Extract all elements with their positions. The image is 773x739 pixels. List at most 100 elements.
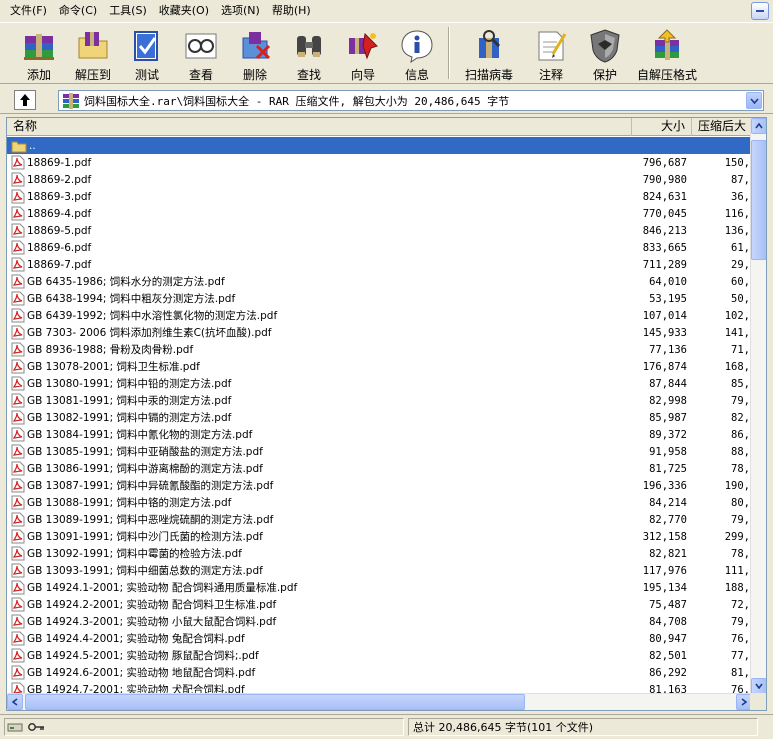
- toolbar-button-info[interactable]: 信息: [390, 23, 444, 83]
- parent-folder-row[interactable]: ..: [7, 137, 752, 154]
- toolbar-button-delete[interactable]: 删除: [228, 23, 282, 83]
- file-packed-size: 299,: [724, 530, 750, 543]
- file-name-cell: GB 13080-1991; 饲料中铅的测定方法.pdf: [7, 376, 632, 391]
- scroll-left-button[interactable]: [7, 694, 23, 710]
- file-row[interactable]: GB 6438-1994; 饲料中粗灰分测定方法.pdf 53,195 50,: [7, 290, 752, 307]
- file-row[interactable]: GB 13078-2001; 饲料卫生标准.pdf 176,874 168,: [7, 358, 752, 375]
- file-row[interactable]: GB 14924.3-2001; 实验动物 小鼠大鼠配合饲料.pdf 84,708…: [7, 613, 752, 630]
- pdf-file-icon: [11, 631, 25, 646]
- file-size: 80,947: [649, 632, 687, 645]
- file-name-cell: GB 13087-1991; 饲料中异硫氰酸酯的测定方法.pdf: [7, 478, 632, 493]
- file-row[interactable]: 18869-7.pdf 711,289 29,: [7, 256, 752, 273]
- file-name-cell: GB 14924.5-2001; 实验动物 豚鼠配合饲料;.pdf: [7, 648, 632, 663]
- file-name: GB 8936-1988; 骨粉及肉骨粉.pdf: [27, 344, 194, 356]
- file-row[interactable]: 18869-3.pdf 824,631 36,: [7, 188, 752, 205]
- file-row[interactable]: 18869-2.pdf 790,980 87,: [7, 171, 752, 188]
- toolbar-button-extract-folder[interactable]: 解压到: [66, 23, 120, 83]
- file-row[interactable]: GB 14924.6-2001; 实验动物 地鼠配合饲料.pdf 86,292 81…: [7, 664, 752, 681]
- address-field[interactable]: 饲料国标大全.rar\饲料国标大全 - RAR 压缩文件, 解包大小为 20,4…: [58, 90, 764, 111]
- file-row[interactable]: GB 6439-1992; 饲料中水溶性氯化物的测定方法.pdf 107,014 1…: [7, 307, 752, 324]
- file-row[interactable]: GB 13088-1991; 饲料中铬的测定方法.pdf 84,214 80,: [7, 494, 752, 511]
- wizard-icon: [344, 27, 382, 64]
- toolbar-button-protect-shield[interactable]: 保护: [578, 23, 632, 83]
- file-packed-size: 78,: [731, 547, 750, 560]
- file-row[interactable]: GB 13089-1991; 饲料中恶唑烷硫酮的测定方法.pdf 82,770 79…: [7, 511, 752, 528]
- column-header-packed[interactable]: 压缩后大: [692, 118, 752, 136]
- toolbar-button-find-binoculars[interactable]: 查找: [282, 23, 336, 83]
- horizontal-scroll-thumb[interactable]: [25, 694, 525, 710]
- up-folder-button[interactable]: [14, 90, 36, 110]
- comment-icon: [532, 27, 570, 64]
- pdf-file-icon: [11, 665, 25, 680]
- view-glasses-icon: [182, 27, 220, 64]
- file-name: 18869-2.pdf: [27, 173, 92, 186]
- toolbar-button-add-books[interactable]: 添加: [12, 23, 66, 83]
- toolbar-button-wizard[interactable]: 向导: [336, 23, 390, 83]
- toolbar-button-comment[interactable]: 注释: [524, 23, 578, 83]
- menu-item-0[interactable]: 文件(F): [4, 1, 53, 21]
- pdf-file-icon: [11, 291, 25, 306]
- menu-item-3[interactable]: 收藏夹(O): [153, 1, 215, 21]
- file-name-cell: 18869-4.pdf: [7, 206, 632, 221]
- toolbar-button-view-glasses[interactable]: 查看: [174, 23, 228, 83]
- file-packed-size: 81,: [731, 666, 750, 679]
- file-row[interactable]: GB 13081-1991; 饲料中汞的测定方法.pdf 82,998 79,: [7, 392, 752, 409]
- file-name: 18869-3.pdf: [27, 190, 92, 203]
- pdf-file-icon: [11, 597, 25, 612]
- file-row[interactable]: 18869-1.pdf 796,687 150,: [7, 154, 752, 171]
- toolbar-button-test-check[interactable]: 测试: [120, 23, 174, 83]
- file-size: 145,933: [642, 326, 687, 339]
- scroll-up-button[interactable]: [751, 118, 766, 134]
- file-row[interactable]: GB 14924.2-2001; 实验动物 配合饲料卫生标准.pdf 75,487…: [7, 596, 752, 613]
- file-row[interactable]: GB 14924.5-2001; 实验动物 豚鼠配合饲料;.pdf 82,501 7…: [7, 647, 752, 664]
- column-header-size[interactable]: 大小: [632, 118, 692, 136]
- menu-item-4[interactable]: 选项(N): [215, 1, 266, 21]
- file-packed-size: 168,: [724, 360, 750, 373]
- file-name: GB 13084-1991; 饲料中氰化物的测定方法.pdf: [27, 429, 253, 441]
- file-size: 824,631: [642, 190, 687, 203]
- horizontal-scrollbar[interactable]: [7, 693, 752, 710]
- file-row[interactable]: GB 13086-1991; 饲料中游离棉酚的测定方法.pdf 81,725 78,: [7, 460, 752, 477]
- file-row[interactable]: GB 13087-1991; 饲料中异硫氰酸酯的测定方法.pdf 196,336 1…: [7, 477, 752, 494]
- toolbar-label: 查找: [296, 68, 321, 82]
- toolbar-label: 注释: [538, 68, 563, 82]
- column-header-name[interactable]: 名称: [7, 118, 632, 136]
- address-dropdown-button[interactable]: [746, 92, 762, 109]
- file-row[interactable]: GB 13084-1991; 饲料中氰化物的测定方法.pdf 89,372 86,: [7, 426, 752, 443]
- menu-item-2[interactable]: 工具(S): [103, 1, 153, 21]
- file-row[interactable]: GB 13080-1991; 饲料中铅的测定方法.pdf 87,844 85,: [7, 375, 752, 392]
- file-row[interactable]: GB 13093-1991; 饲料中细菌总数的测定方法.pdf 117,976 11…: [7, 562, 752, 579]
- menu-item-5[interactable]: 帮助(H): [266, 1, 317, 21]
- file-row[interactable]: GB 14924.4-2001; 实验动物 兔配合饲料.pdf 80,947 76,: [7, 630, 752, 647]
- file-row[interactable]: GB 13092-1991; 饲料中霉菌的检验方法.pdf 82,821 78,: [7, 545, 752, 562]
- toolbar-label: 查看: [188, 68, 213, 82]
- file-name: GB 13086-1991; 饲料中游离棉酚的测定方法.pdf: [27, 463, 263, 475]
- file-size: 846,213: [642, 224, 687, 237]
- file-row[interactable]: 18869-5.pdf 846,213 136,: [7, 222, 752, 239]
- vertical-scrollbar[interactable]: [750, 118, 766, 694]
- file-size: 833,665: [642, 241, 687, 254]
- file-row[interactable]: 18869-4.pdf 770,045 116,: [7, 205, 752, 222]
- file-row[interactable]: GB 6435-1986; 饲料水分的测定方法.pdf 64,010 60,: [7, 273, 752, 290]
- menu-item-1[interactable]: 命令(C): [53, 1, 103, 21]
- file-name: GB 13093-1991; 饲料中细菌总数的测定方法.pdf: [27, 565, 263, 577]
- status-total: 总计 20,486,645 字节(101 个文件): [408, 718, 758, 736]
- file-row[interactable]: 18869-6.pdf 833,665 61,: [7, 239, 752, 256]
- file-row[interactable]: GB 13085-1991; 饲料中亚硝酸盐的测定方法.pdf 91,958 88,: [7, 443, 752, 460]
- pdf-file-icon: [11, 393, 25, 408]
- minimize-button[interactable]: [751, 2, 769, 20]
- vertical-scroll-thumb[interactable]: [751, 140, 766, 260]
- file-row[interactable]: GB 14924.1-2001; 实验动物 配合饲料通用质量标准.pdf 195,…: [7, 579, 752, 596]
- toolbar-button-virus-scan[interactable]: 扫描病毒: [454, 23, 524, 83]
- file-row[interactable]: GB 8936-1988; 骨粉及肉骨粉.pdf 77,136 71,: [7, 341, 752, 358]
- file-row[interactable]: GB 13082-1991; 饲料中镉的测定方法.pdf 85,987 82,: [7, 409, 752, 426]
- file-row[interactable]: GB 7303- 2006 饲料添加剂维生素C(抗坏血酸).pdf 145,933…: [7, 324, 752, 341]
- scroll-down-button[interactable]: [751, 678, 766, 694]
- list-rows: .. 18869-1.pdf 796,687 150, 18869-2.pdf 790,…: [7, 137, 752, 694]
- file-size: 796,687: [642, 156, 687, 169]
- file-row[interactable]: GB 13091-1991; 饲料中沙门氏菌的检测方法.pdf 312,158 29…: [7, 528, 752, 545]
- file-name: GB 14924.3-2001; 实验动物 小鼠大鼠配合饲料.pdf: [27, 616, 277, 628]
- file-size: 195,134: [642, 581, 687, 594]
- toolbar-button-sfx[interactable]: 自解压格式: [632, 23, 702, 83]
- file-packed-size: 136,: [724, 224, 750, 237]
